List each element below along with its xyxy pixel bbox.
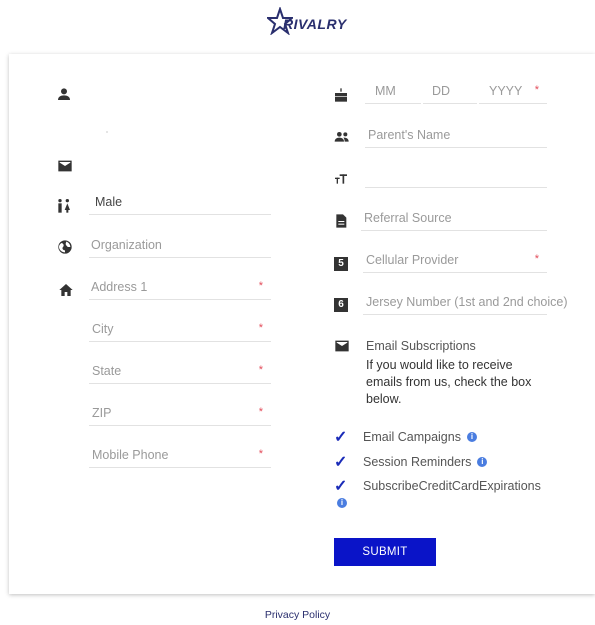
dob-year-placeholder: YYYY (489, 84, 523, 98)
checkmark-icon[interactable]: ✓ (334, 452, 352, 472)
credit-card-expirations-option[interactable]: ✓ SubscribeCreditCardExpirations (334, 477, 541, 495)
zip-field[interactable]: ZIP * (89, 404, 271, 426)
cake-icon (331, 85, 351, 105)
parent-name-placeholder: Parent's Name (368, 128, 451, 142)
logo-text: RIVALRY (283, 16, 347, 32)
option-label: SubscribeCreditCardExpirations (363, 479, 541, 493)
organization-field[interactable]: Organization (89, 236, 271, 258)
required-asterisk: * (534, 84, 539, 96)
referral-source-placeholder: Referral Source (364, 211, 452, 225)
required-asterisk: * (534, 253, 539, 265)
referral-source-field[interactable]: Referral Source (361, 209, 547, 231)
custom-text-field[interactable] (365, 166, 547, 188)
email-subscriptions-description: If you would like to receive emails from… (366, 358, 532, 406)
dob-day-field[interactable]: DD (423, 82, 477, 104)
info-icon[interactable]: i (477, 457, 488, 467)
document-icon (331, 211, 351, 231)
name-field-hint (106, 131, 108, 133)
required-asterisk: * (258, 280, 263, 292)
number-5-icon: 5 (331, 254, 351, 274)
envelope-icon (332, 336, 352, 356)
option-label: Email Campaigns (363, 430, 461, 444)
privacy-policy-link[interactable]: Privacy Policy (0, 609, 595, 621)
number-5-glyph: 5 (334, 257, 348, 271)
dob-year-field[interactable]: YYYY * (479, 82, 547, 104)
mail-icon (55, 156, 75, 176)
required-asterisk: * (258, 322, 263, 334)
info-icon[interactable]: i (466, 432, 477, 442)
checkmark-icon[interactable]: ✓ (334, 427, 352, 447)
home-icon (56, 280, 76, 300)
globe-icon (55, 237, 75, 257)
session-reminders-option[interactable]: ✓ Session Reminders i (334, 452, 488, 472)
zip-placeholder: ZIP (92, 406, 112, 420)
mobile-phone-placeholder: Mobile Phone (92, 448, 169, 462)
organization-placeholder: Organization (91, 238, 162, 252)
email-subscriptions-title: Email Subscriptions (366, 339, 476, 353)
required-asterisk: * (258, 448, 263, 460)
jersey-number-field[interactable]: Jersey Number (1st and 2nd choice) (363, 293, 567, 315)
option-label: Session Reminders (363, 455, 472, 469)
required-asterisk: * (258, 364, 263, 376)
submit-button[interactable]: SUBMIT (334, 538, 436, 566)
cellular-provider-field[interactable]: Cellular Provider * (363, 251, 547, 273)
jersey-number-placeholder: Jersey Number (1st and 2nd choice) (366, 295, 568, 309)
dob-day-placeholder: DD (432, 84, 451, 98)
address1-field[interactable]: Address 1 * (89, 278, 271, 300)
dob-month-placeholder: MM (375, 84, 396, 98)
person-icon (54, 84, 74, 104)
rivalry-logo: RIVALRY (267, 7, 349, 37)
city-field[interactable]: City * (89, 320, 271, 342)
gender-value: Male (95, 195, 123, 209)
state-field[interactable]: State * (89, 362, 271, 384)
required-asterisk: * (258, 406, 263, 418)
people-icon (332, 127, 352, 147)
mobile-phone-field[interactable]: Mobile Phone * (89, 446, 271, 468)
checkmark-icon[interactable]: ✓ (334, 476, 352, 496)
city-placeholder: City (92, 322, 114, 336)
state-placeholder: State (92, 364, 122, 378)
info-icon[interactable]: i (337, 498, 347, 508)
gender-icon (54, 196, 74, 216)
email-campaigns-option[interactable]: ✓ Email Campaigns i (334, 428, 477, 446)
text-size-icon (331, 169, 351, 189)
parent-name-field[interactable]: Parent's Name (365, 126, 547, 148)
address1-placeholder: Address 1 (91, 280, 148, 294)
number-6-icon: 6 (331, 295, 351, 315)
cellular-provider-placeholder: Cellular Provider (366, 253, 459, 267)
number-6-glyph: 6 (334, 298, 348, 312)
dob-month-field[interactable]: MM (365, 82, 421, 104)
gender-select[interactable]: Male (89, 193, 271, 215)
